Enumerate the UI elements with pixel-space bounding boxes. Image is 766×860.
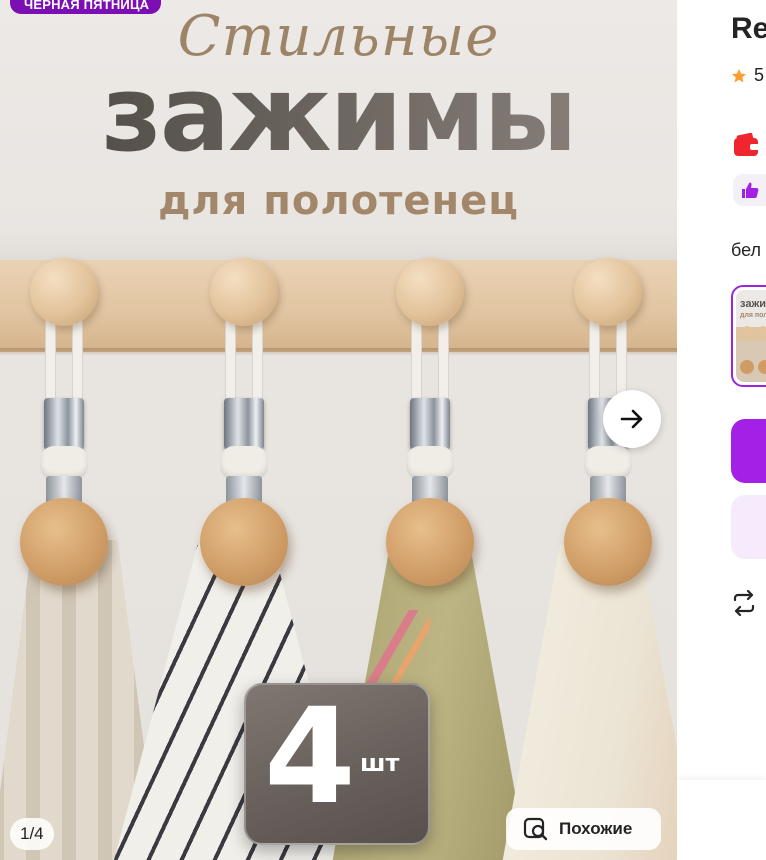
product-info-panel: Re 5 бел зажимы для полотенец bbox=[677, 0, 766, 860]
image-subtitle-text: для полотенец bbox=[158, 178, 519, 224]
image-page-counter: 1/4 bbox=[10, 818, 54, 850]
promo-badge: ЧЕРНАЯ ПЯТНИЦА bbox=[10, 0, 162, 14]
rating-value: 5 bbox=[754, 65, 765, 85]
similar-button-label: Похожие bbox=[559, 819, 633, 838]
similar-products-button[interactable]: Похожие bbox=[506, 808, 661, 850]
wallet-icon bbox=[734, 132, 759, 156]
arrow-right-icon bbox=[620, 409, 643, 429]
recommend-chip[interactable] bbox=[733, 174, 766, 206]
product-rating[interactable]: 5 bbox=[731, 65, 764, 86]
add-to-cart-button[interactable] bbox=[731, 419, 766, 483]
variant-thumbnail-image: зажимы для полотенец bbox=[736, 290, 766, 382]
quantity-unit: шт bbox=[360, 749, 400, 777]
variant-thumb-title: зажимы bbox=[740, 298, 766, 310]
product-page: Стильные зажимы для полотенец 4 шт ЧЕРНА… bbox=[0, 0, 766, 860]
next-image-button[interactable] bbox=[603, 390, 661, 448]
image-search-icon bbox=[523, 817, 548, 841]
towel-clip bbox=[8, 258, 118, 588]
color-label: бел bbox=[731, 240, 762, 260]
product-title: Re bbox=[731, 12, 766, 45]
variant-thumbnail[interactable]: зажимы для полотенец bbox=[731, 285, 766, 387]
thumbs-up-icon bbox=[742, 182, 759, 198]
towel-clip bbox=[374, 258, 484, 588]
wallet-badge bbox=[733, 132, 763, 158]
buy-now-button[interactable] bbox=[731, 495, 766, 559]
compare-arrows-icon[interactable] bbox=[731, 590, 757, 616]
towel-clip bbox=[188, 258, 298, 588]
quantity-number: 4 bbox=[264, 680, 356, 834]
sticky-bottom-bar bbox=[677, 780, 766, 860]
product-gallery[interactable]: Стильные зажимы для полотенец 4 шт ЧЕРНА… bbox=[0, 0, 677, 860]
quantity-badge: 4 шт bbox=[244, 683, 430, 845]
image-title-text: зажимы bbox=[0, 62, 677, 166]
variant-thumb-subtitle: для полотенец bbox=[740, 312, 766, 319]
star-icon bbox=[732, 68, 746, 82]
